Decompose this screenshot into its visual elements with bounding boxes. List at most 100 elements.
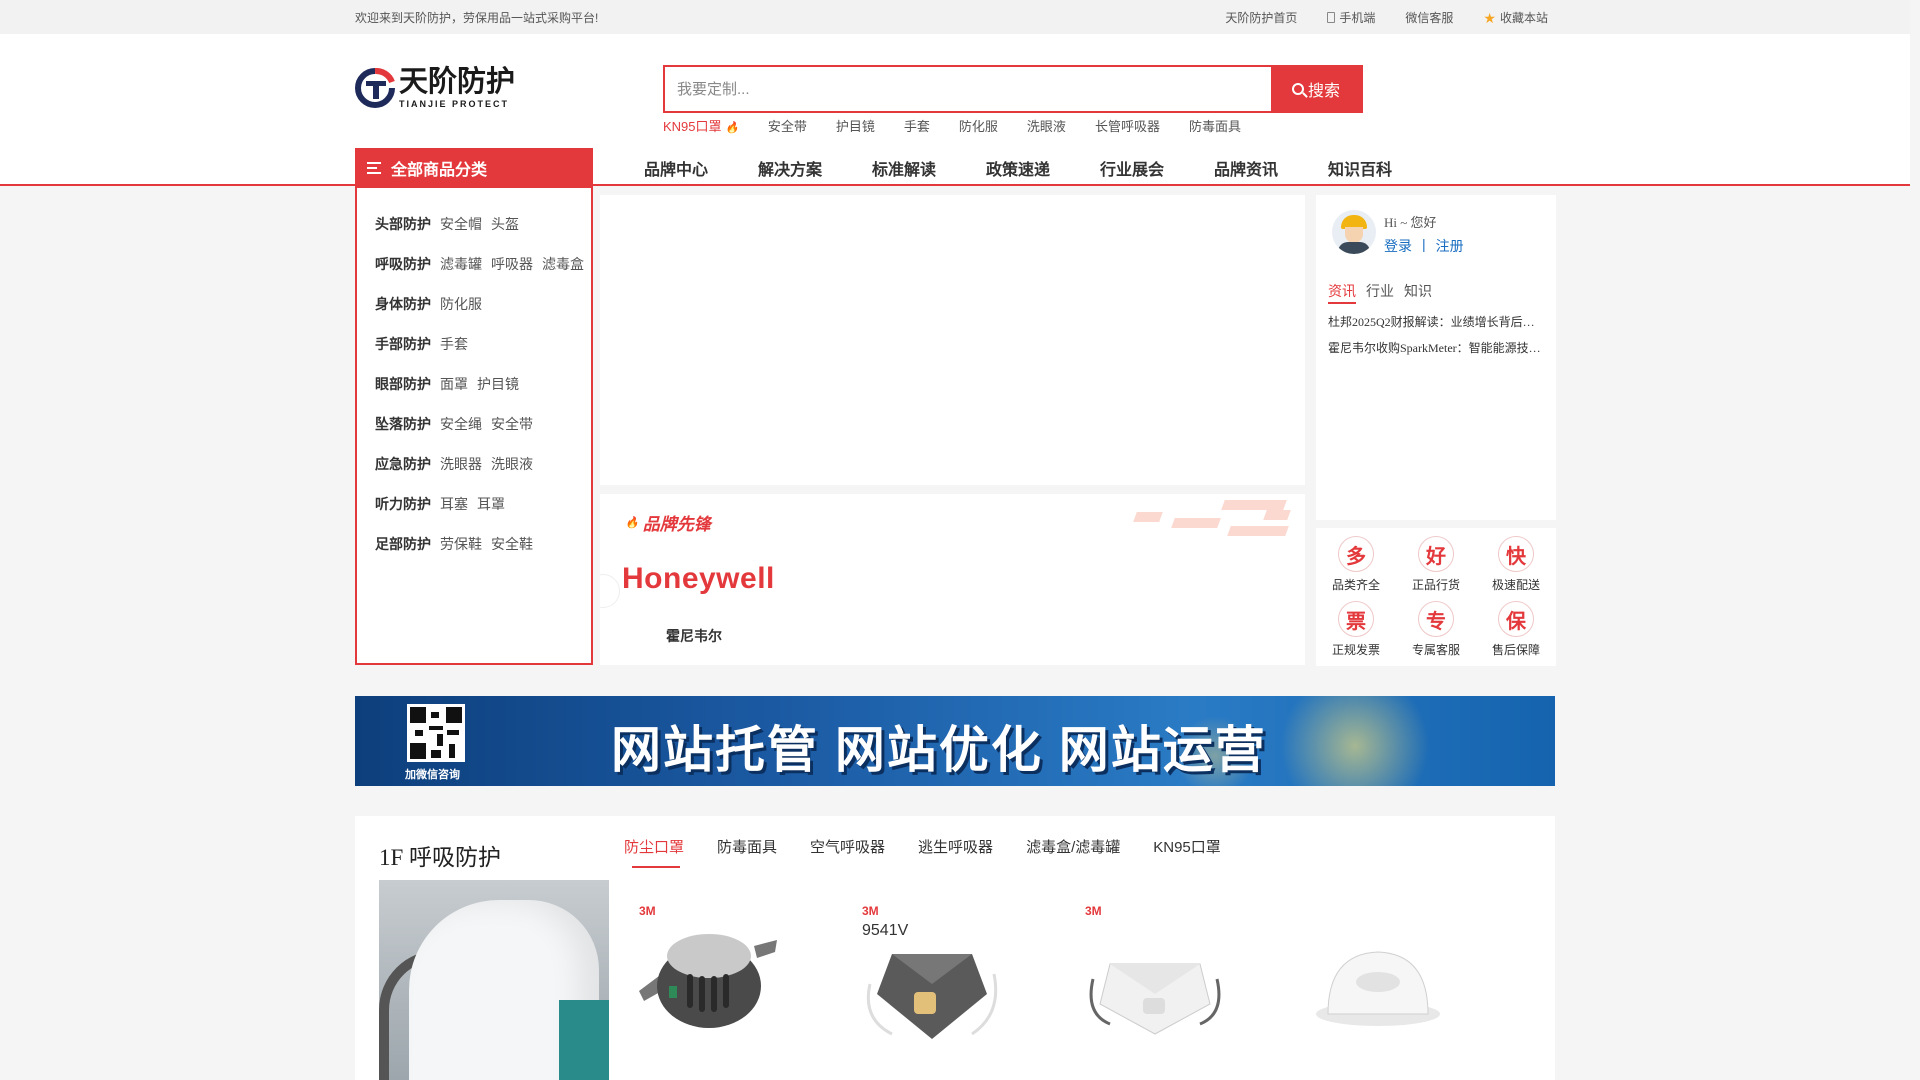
nav-item-brand-center[interactable]: 品牌中心 — [644, 156, 758, 180]
nav-item-solutions[interactable]: 解决方案 — [758, 156, 872, 180]
floor-feature-image[interactable] — [379, 880, 609, 1080]
list-item[interactable]: 霍尼韦尔收购SparkMeter：智能能源技术布局 — [1328, 339, 1544, 365]
logo-mark-icon — [355, 68, 395, 108]
warranty-icon: 保 — [1498, 601, 1534, 637]
product-brand: 3M — [1085, 904, 1102, 918]
tab-air-respirator[interactable]: 空气呼吸器 — [810, 836, 885, 857]
category-sub[interactable]: 头盔 — [491, 214, 519, 234]
top-link-mobile[interactable]: 手机端 — [1327, 9, 1375, 26]
register-link[interactable]: 注册 — [1436, 236, 1464, 256]
service-item: 多 品类齐全 — [1316, 536, 1396, 596]
hotword-1[interactable]: 安全带 — [768, 116, 807, 135]
category-title[interactable]: 应急防护 — [375, 454, 431, 474]
top-link-wechat[interactable]: 微信客服 — [1405, 9, 1453, 26]
star-icon: ★ — [1483, 9, 1496, 26]
nav-item-knowledge[interactable]: 知识百科 — [1328, 156, 1442, 180]
category-row: 身体防护 防化服 — [357, 284, 591, 324]
qr-code-icon — [407, 704, 465, 762]
category-title[interactable]: 听力防护 — [375, 494, 431, 514]
invoice-icon: 票 — [1338, 601, 1374, 637]
nav-item-exhibitions[interactable]: 行业展会 — [1100, 156, 1214, 180]
category-sub[interactable]: 洗眼液 — [491, 454, 533, 474]
tab-filter-canister[interactable]: 滤毒盒/滤毒罐 — [1026, 836, 1120, 857]
hotword-3[interactable]: 手套 — [904, 116, 930, 135]
category-sub[interactable]: 劳保鞋 — [440, 534, 482, 554]
hotword-7[interactable]: 防毒面具 — [1189, 116, 1241, 135]
nav-item-policy[interactable]: 政策速递 — [986, 156, 1100, 180]
nav-item-standards[interactable]: 标准解读 — [872, 156, 986, 180]
floor-title: 1F 呼吸防护 — [379, 845, 502, 870]
ad-banner[interactable]: 加微信咨询 网站托管 网站优化 网站运营 — [355, 696, 1555, 786]
tab-industry[interactable]: 行业 — [1366, 281, 1394, 304]
news-tabs: 资讯 行业 知识 — [1328, 281, 1432, 304]
category-sub[interactable]: 安全鞋 — [491, 534, 533, 554]
product-list: 3M 3M 9541V 3M — [639, 904, 1531, 1054]
brand-name[interactable]: 霍尼韦尔 — [666, 626, 722, 646]
search-button[interactable]: 搜索 — [1271, 67, 1361, 111]
category-sub[interactable]: 防化服 — [440, 294, 482, 314]
category-sub[interactable]: 手套 — [440, 334, 468, 354]
hotword-2[interactable]: 护目镜 — [836, 116, 875, 135]
decorative-stripes — [1125, 494, 1295, 544]
tab-dust-mask[interactable]: 防尘口罩 — [624, 836, 684, 857]
logo-en-text: TIANJIE PROTECT — [399, 98, 510, 109]
product-card[interactable]: 3M — [639, 904, 862, 1054]
brand-logo[interactable]: Honeywell — [622, 562, 775, 596]
hotword-6[interactable]: 长管呼吸器 — [1095, 116, 1160, 135]
search-bar: 搜索 — [663, 65, 1363, 113]
category-sub[interactable]: 安全绳 — [440, 414, 482, 434]
tab-gas-mask[interactable]: 防毒面具 — [717, 836, 777, 857]
category-sub[interactable]: 耳塞 — [440, 494, 468, 514]
category-panel: 头部防护 安全帽 头盔 呼吸防护 滤毒罐 呼吸器 滤毒盒 身体防护 防化服 手部… — [355, 188, 593, 665]
service-item: 票 正规发票 — [1316, 601, 1396, 661]
category-sub[interactable]: 护目镜 — [477, 374, 519, 394]
category-sub[interactable]: 洗眼器 — [440, 454, 482, 474]
category-sub[interactable]: 安全带 — [491, 414, 533, 434]
category-title[interactable]: 头部防护 — [375, 214, 431, 234]
category-title[interactable]: 足部防护 — [375, 534, 431, 554]
tab-news[interactable]: 资讯 — [1328, 281, 1356, 304]
greeting-text: Hi ~ 您好 — [1384, 215, 1437, 230]
active-tab-indicator — [632, 866, 680, 868]
category-title[interactable]: 身体防护 — [375, 294, 431, 314]
tab-knowledge[interactable]: 知识 — [1404, 281, 1432, 304]
list-item[interactable]: 杜邦2025Q2财报解读：业绩增长背后的战略调整 — [1328, 313, 1544, 339]
variety-icon: 多 — [1338, 536, 1374, 572]
search-input[interactable] — [665, 67, 1271, 111]
category-sub[interactable]: 滤毒罐 — [440, 254, 482, 274]
login-link[interactable]: 登录 — [1384, 236, 1412, 256]
service-item: 保 售后保障 — [1476, 601, 1556, 661]
half-mask-respirator-icon — [639, 934, 777, 1028]
category-title[interactable]: 眼部防护 — [375, 374, 431, 394]
product-card[interactable] — [1308, 904, 1531, 1054]
top-link-favorite[interactable]: ★ 收藏本站 — [1483, 9, 1548, 26]
product-card[interactable]: 3M — [1085, 904, 1308, 1054]
tab-kn95[interactable]: KN95口罩 — [1153, 836, 1221, 857]
category-sub[interactable]: 呼吸器 — [491, 254, 533, 274]
floor-tabs: 防尘口罩 防毒面具 空气呼吸器 逃生呼吸器 滤毒盒/滤毒罐 KN95口罩 — [624, 836, 1221, 857]
category-title[interactable]: 手部防护 — [375, 334, 431, 354]
hotword-5[interactable]: 洗眼液 — [1027, 116, 1066, 135]
nav-item-brand-news[interactable]: 品牌资讯 — [1214, 156, 1328, 180]
site-logo[interactable]: 天阶防护 TIANJIE PROTECT — [355, 66, 535, 110]
category-sub[interactable]: 面罩 — [440, 374, 468, 394]
product-card[interactable]: 3M 9541V — [862, 904, 1085, 1054]
category-sub[interactable]: 安全帽 — [440, 214, 482, 234]
service-item: 快 极速配送 — [1476, 536, 1556, 596]
top-link-home[interactable]: 天阶防护首页 — [1225, 9, 1297, 26]
category-sub[interactable]: 滤毒盒 — [542, 254, 584, 274]
hotword-0[interactable]: KN95口罩 🔥 — [663, 116, 739, 135]
main-banner[interactable] — [600, 195, 1305, 485]
all-categories-button[interactable]: 全部商品分类 — [355, 148, 593, 188]
welcome-text: 欢迎来到天阶防护，劳保用品一站式采购平台! — [355, 11, 599, 25]
category-title[interactable]: 坠落防护 — [375, 414, 431, 434]
category-row: 应急防护 洗眼器 洗眼液 — [357, 444, 591, 484]
support-icon: 专 — [1418, 601, 1454, 637]
category-title[interactable]: 呼吸防护 — [375, 254, 431, 274]
category-sub[interactable]: 耳罩 — [477, 494, 505, 514]
tab-escape-respirator[interactable]: 逃生呼吸器 — [918, 836, 993, 857]
ad-headline: 网站托管 网站优化 网站运营 — [611, 722, 1267, 778]
hotword-4[interactable]: 防化服 — [959, 116, 998, 135]
category-row: 头部防护 安全帽 头盔 — [357, 204, 591, 244]
carousel-prev-button[interactable] — [600, 574, 620, 608]
